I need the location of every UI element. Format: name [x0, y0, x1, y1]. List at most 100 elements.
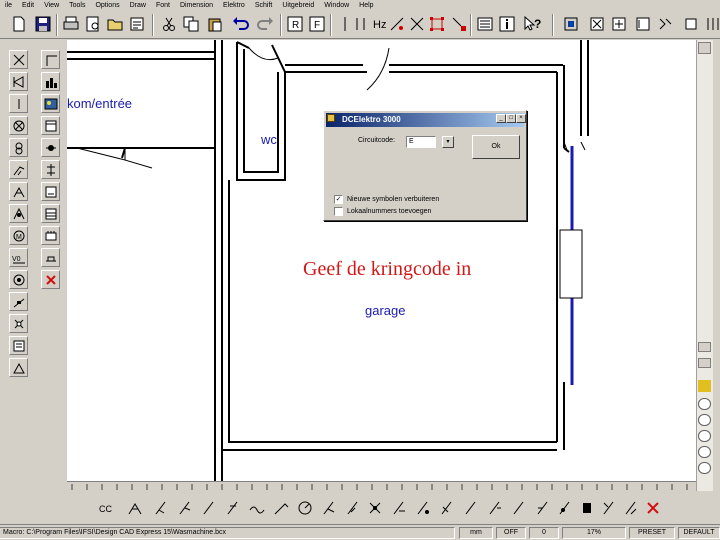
menu-uitgebreid[interactable]: Uitgebreid — [277, 1, 319, 10]
volt-symbol-icon[interactable]: V0 — [9, 248, 28, 267]
fuse-symbol-icon[interactable] — [9, 292, 28, 311]
menu-dimension[interactable]: Dimension — [175, 1, 218, 10]
menu-options[interactable]: Options — [90, 1, 124, 10]
menu-draw[interactable]: Draw — [125, 1, 151, 10]
nav-mid-icon[interactable] — [698, 414, 711, 426]
new-file-icon[interactable] — [10, 15, 28, 33]
grid-icon[interactable] — [704, 15, 720, 33]
lamp-symbol-icon[interactable] — [9, 116, 28, 135]
diag8-tool-icon[interactable] — [599, 498, 619, 518]
nav-down-icon[interactable] — [698, 430, 711, 442]
box-symbol-icon[interactable] — [41, 182, 60, 201]
nav-up-icon[interactable] — [698, 398, 711, 410]
menu-file[interactable]: ile — [0, 1, 17, 10]
info-icon[interactable] — [498, 15, 516, 33]
diag7-tool-icon[interactable] — [533, 498, 553, 518]
diag6-tool-icon[interactable] — [509, 498, 529, 518]
layers-icon[interactable] — [476, 15, 494, 33]
snap-icon[interactable] — [682, 15, 700, 33]
motor-symbol-icon[interactable]: M — [9, 226, 28, 245]
diag5-tool-icon[interactable] — [485, 498, 505, 518]
socket-symbol-icon[interactable] — [9, 138, 28, 157]
cut-icon[interactable] — [160, 15, 178, 33]
wall-tool-icon[interactable] — [352, 15, 370, 33]
distribution-symbol-icon[interactable] — [41, 226, 60, 245]
dialog-minimize-button[interactable]: _ — [496, 114, 506, 123]
menu-elektro[interactable]: Elektro — [218, 1, 250, 10]
pan-icon[interactable] — [656, 15, 674, 33]
rotate-r-icon[interactable]: R — [286, 15, 304, 33]
select-box-icon[interactable] — [428, 15, 446, 33]
zoom-in-icon[interactable] — [610, 15, 628, 33]
menu-edit[interactable]: Edit — [17, 1, 39, 10]
circuit-code-dropdown-button[interactable]: ▾ — [442, 136, 454, 148]
contact-symbol-icon[interactable] — [41, 138, 60, 157]
print-icon[interactable] — [62, 15, 80, 33]
menu-window[interactable]: Window — [319, 1, 354, 10]
zoom-out-icon[interactable] — [634, 15, 652, 33]
diag4-tool-icon[interactable] — [461, 498, 481, 518]
detector-symbol-icon[interactable] — [9, 270, 28, 289]
circuit-code-input[interactable]: E — [406, 136, 436, 148]
diag-tool-icon[interactable] — [389, 498, 409, 518]
diag3-tool-icon[interactable] — [437, 498, 457, 518]
diag9-tool-icon[interactable] — [621, 498, 641, 518]
menu-font[interactable]: Font — [151, 1, 175, 10]
rotate-f-icon[interactable]: F — [308, 15, 326, 33]
switch4-tool-icon[interactable] — [199, 498, 219, 518]
transformer-symbol-icon[interactable] — [9, 358, 28, 377]
branch-tool-icon[interactable] — [319, 498, 339, 518]
chart-symbol-icon[interactable] — [41, 72, 60, 91]
text-tool-icon[interactable]: Hz — [370, 15, 388, 33]
copy-icon[interactable] — [182, 15, 200, 33]
switch-symbol-icon[interactable] — [9, 160, 28, 179]
fork-tool-icon[interactable] — [343, 498, 363, 518]
resistor-symbol-icon[interactable] — [9, 72, 28, 91]
cross-tool-icon[interactable] — [365, 498, 385, 518]
marker-icon[interactable] — [450, 15, 468, 33]
nav-right-icon[interactable] — [698, 462, 711, 474]
print-preview-icon[interactable] — [84, 15, 102, 33]
ceiling-symbol-icon[interactable] — [41, 248, 60, 267]
nav-left-icon[interactable] — [698, 446, 711, 458]
redo-icon[interactable] — [256, 15, 274, 33]
cross-symbol-icon[interactable] — [9, 50, 28, 69]
switch5-tool-icon[interactable] — [223, 498, 243, 518]
corner-symbol-icon[interactable] — [41, 50, 60, 69]
dial-tool-icon[interactable] — [295, 498, 315, 518]
open-icon[interactable] — [106, 15, 124, 33]
ok-button[interactable]: Ok — [472, 135, 520, 159]
close-toolbar-icon[interactable] — [643, 498, 663, 518]
socket-tool-icon[interactable] — [555, 498, 575, 518]
switch3-tool-icon[interactable] — [175, 498, 195, 518]
zoom-extents-icon[interactable] — [562, 15, 580, 33]
double-switch-symbol-icon[interactable] — [9, 182, 28, 201]
paste-icon[interactable] — [206, 15, 224, 33]
pushbutton-symbol-icon[interactable] — [9, 204, 28, 223]
trim-tool-icon[interactable] — [408, 15, 426, 33]
save-icon[interactable] — [34, 15, 52, 33]
dialog-maximize-button[interactable]: □ — [506, 114, 516, 123]
dash-symbol-icon[interactable] — [9, 94, 28, 113]
menu-schift[interactable]: Schift — [250, 1, 278, 10]
dialog-close-button[interactable]: × — [516, 114, 526, 123]
zoom-plus-icon[interactable] — [698, 342, 711, 352]
zoom-minus-icon[interactable] — [698, 358, 711, 368]
switch2-tool-icon[interactable] — [151, 498, 171, 518]
switch-tool-icon[interactable] — [125, 498, 145, 518]
meter-symbol-icon[interactable] — [9, 336, 28, 355]
angle-tool-icon[interactable] — [271, 498, 291, 518]
plug-tool-icon[interactable] — [577, 498, 597, 518]
drawing-canvas[interactable]: kom/entrée wc garage Geef de kringcode i… — [67, 40, 696, 481]
spacing-symbol-icon[interactable] — [41, 160, 60, 179]
option2-checkbox[interactable] — [334, 207, 343, 216]
properties-icon[interactable] — [128, 15, 146, 33]
option1-checkbox[interactable]: ✓ — [334, 195, 343, 204]
connect-tool-icon[interactable] — [388, 15, 406, 33]
image-symbol-icon[interactable] — [41, 94, 60, 113]
diag2-tool-icon[interactable] — [413, 498, 433, 518]
menu-view[interactable]: View — [39, 1, 64, 10]
zoom-window-icon[interactable] — [588, 15, 606, 33]
menu-tools[interactable]: Tools — [64, 1, 90, 10]
menu-help[interactable]: Help — [354, 1, 378, 10]
